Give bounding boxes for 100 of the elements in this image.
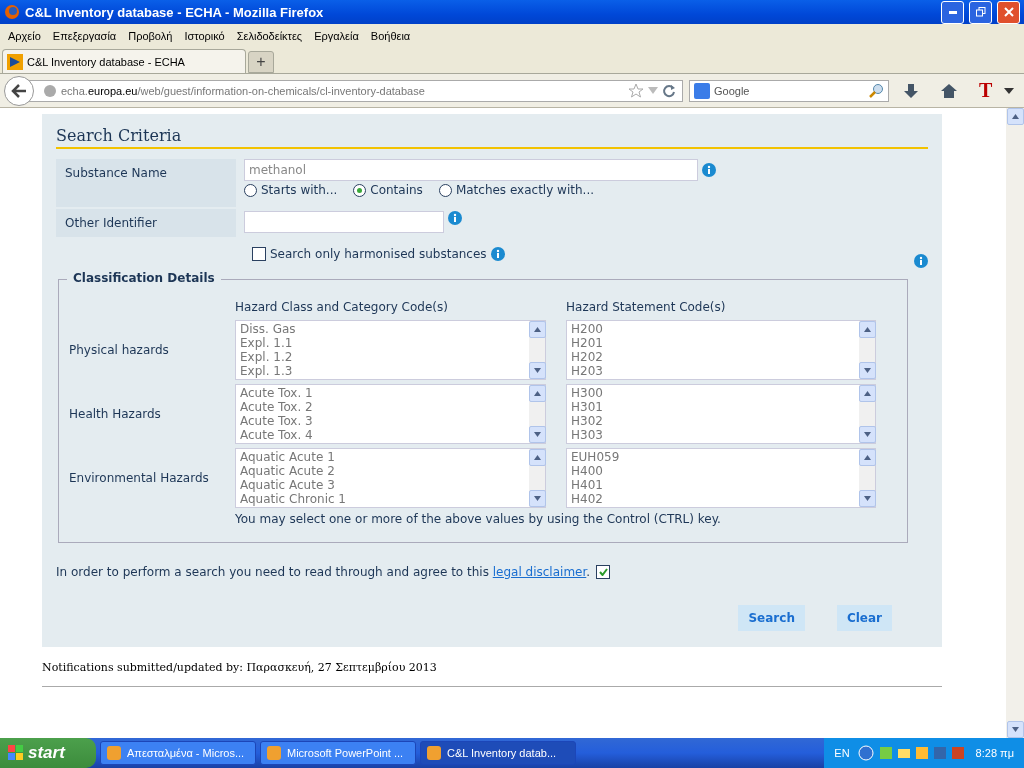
checkbox[interactable]: [252, 247, 266, 261]
scroll-down-button[interactable]: [528, 490, 546, 507]
taskbar-button[interactable]: C&L Inventory datab...: [420, 741, 576, 765]
list-box[interactable]: Diss. Gas Expl. 1.1 Expl. 1.2 Expl. 1.3: [235, 320, 546, 380]
taskbar-button[interactable]: Απεσταλμένα - Micros...: [100, 741, 256, 765]
scroll-up-button[interactable]: [528, 321, 546, 338]
field-label: Other Identifier: [56, 209, 236, 237]
scrollbar[interactable]: [859, 385, 875, 443]
scroll-down-button[interactable]: [528, 426, 546, 443]
scroll-up-button[interactable]: [858, 449, 876, 466]
input-field[interactable]: [244, 211, 444, 233]
form-button[interactable]: Clear: [836, 605, 892, 631]
menu-item[interactable]: Ιστορικό: [178, 29, 231, 42]
radio-label: Contains: [370, 183, 423, 197]
list-option[interactable]: Acute Tox. 2: [240, 400, 525, 414]
list-option[interactable]: Acute Tox. 3: [240, 414, 525, 428]
list-option[interactable]: Expl. 1.3: [240, 364, 525, 378]
list-option[interactable]: H300: [571, 386, 855, 400]
list-option[interactable]: H303: [571, 428, 855, 442]
list-option[interactable]: Aquatic Acute 3: [240, 478, 525, 492]
close-button[interactable]: [997, 0, 1020, 24]
list-option[interactable]: Diss. Gas: [240, 322, 525, 336]
menu-item[interactable]: Σελιδοδείκτες: [230, 29, 309, 42]
radio-button[interactable]: [353, 183, 367, 197]
list-option[interactable]: H400: [571, 464, 855, 478]
list-option[interactable]: Aquatic Acute 1: [240, 450, 525, 464]
info-icon[interactable]: [448, 211, 462, 225]
row-label: Physical hazards: [69, 343, 170, 357]
list-box[interactable]: EUH059 H400 H401 H402: [566, 448, 876, 508]
list-option[interactable]: H201: [571, 336, 855, 350]
new-tab-button[interactable]: +: [248, 51, 274, 73]
radio-button[interactable]: [438, 183, 452, 197]
scroll-up-button[interactable]: [858, 321, 876, 338]
minimize-button[interactable]: [941, 0, 964, 24]
scroll-down-button[interactable]: [858, 362, 876, 379]
list-option[interactable]: H202: [571, 350, 855, 364]
star-icon[interactable]: [628, 82, 644, 99]
scroll-up-button[interactable]: [528, 385, 546, 402]
back-button[interactable]: [4, 75, 34, 106]
list-option[interactable]: H302: [571, 414, 855, 428]
checkbox[interactable]: [596, 565, 611, 579]
scroll-down-button[interactable]: [858, 490, 876, 507]
info-icon[interactable]: [914, 254, 928, 268]
scrollbar[interactable]: [859, 321, 875, 379]
scroll-down-button[interactable]: [858, 426, 876, 443]
list-option[interactable]: Aquatic Chronic 1: [240, 492, 525, 506]
toolbar-letter-button[interactable]: T: [979, 79, 993, 102]
browser-tab[interactable]: C&L Inventory database - ECHA: [2, 49, 246, 73]
menu-item[interactable]: Εργαλεία: [308, 29, 365, 42]
download-icon[interactable]: [903, 82, 919, 99]
fieldset-legend: Classification Details: [67, 271, 221, 285]
list-option[interactable]: Expl. 1.1: [240, 336, 525, 350]
list-box[interactable]: Acute Tox. 1 Acute Tox. 2 Acute Tox. 3 Acute Tox. 4: [235, 384, 546, 444]
search-field[interactable]: Google: [689, 79, 889, 102]
list-option[interactable]: H200: [571, 322, 855, 336]
scroll-up-button[interactable]: [1006, 108, 1024, 125]
menu-item[interactable]: Προβολή: [122, 29, 179, 42]
scroll-down-button[interactable]: [1006, 721, 1024, 738]
list-box[interactable]: Aquatic Acute 1 Aquatic Acute 2 Aquatic Acute 3 Aquatic Chronic 1: [235, 448, 546, 508]
list-option[interactable]: Aquatic Acute 2: [240, 464, 525, 478]
search-engine-icon[interactable]: [694, 82, 710, 99]
start-button[interactable]: start: [0, 738, 96, 768]
info-icon[interactable]: [490, 247, 505, 261]
restore-icon: [975, 7, 986, 17]
home-icon[interactable]: [941, 82, 957, 99]
taskbar-button[interactable]: Microsoft PowerPoint ...: [260, 741, 416, 765]
list-option[interactable]: Acute Tox. 1: [240, 386, 525, 400]
list-option[interactable]: H301: [571, 400, 855, 414]
list-box[interactable]: H200 H201 H202 H203: [566, 320, 876, 380]
scrollbar[interactable]: [529, 449, 545, 507]
list-option[interactable]: Acute Tox. 4: [240, 428, 525, 442]
menu-item[interactable]: Αρχείο: [2, 29, 47, 42]
list-box[interactable]: H300 H301 H302 H303: [566, 384, 876, 444]
up-arrow-icon: [533, 327, 541, 332]
language-indicator[interactable]: EN: [834, 747, 850, 759]
restore-button[interactable]: [969, 0, 992, 24]
reload-icon[interactable]: [662, 83, 676, 98]
scroll-up-button[interactable]: [528, 449, 546, 466]
list-option[interactable]: H402: [571, 492, 855, 506]
radio-button[interactable]: [244, 183, 257, 197]
page-scrollbar[interactable]: [1006, 108, 1024, 738]
disclaimer-link[interactable]: legal disclaimer: [492, 565, 587, 579]
form-button[interactable]: Search: [738, 605, 805, 631]
scrollbar[interactable]: [529, 385, 545, 443]
scrollbar[interactable]: [859, 449, 875, 507]
scroll-up-button[interactable]: [858, 385, 876, 402]
info-icon[interactable]: [702, 163, 716, 177]
scroll-down-button[interactable]: [528, 362, 546, 379]
menu-item[interactable]: Βοήθεια: [364, 29, 417, 42]
dropdown-icon[interactable]: [1004, 87, 1015, 94]
list-option[interactable]: Expl. 1.2: [240, 350, 525, 364]
list-option[interactable]: EUH059: [571, 450, 855, 464]
address-bar[interactable]: echa.europa.eu/web/guest/information-on-chemicals/cl-inventory-database: [28, 79, 683, 102]
list-option[interactable]: H401: [571, 478, 855, 492]
down-arrow-icon: [1011, 727, 1019, 732]
scrollbar[interactable]: [529, 321, 545, 379]
list-option[interactable]: H203: [571, 364, 855, 378]
search-icon[interactable]: [868, 82, 884, 99]
menu-item[interactable]: Επεξεργασία: [46, 29, 123, 42]
input-field[interactable]: methanol: [244, 159, 698, 181]
